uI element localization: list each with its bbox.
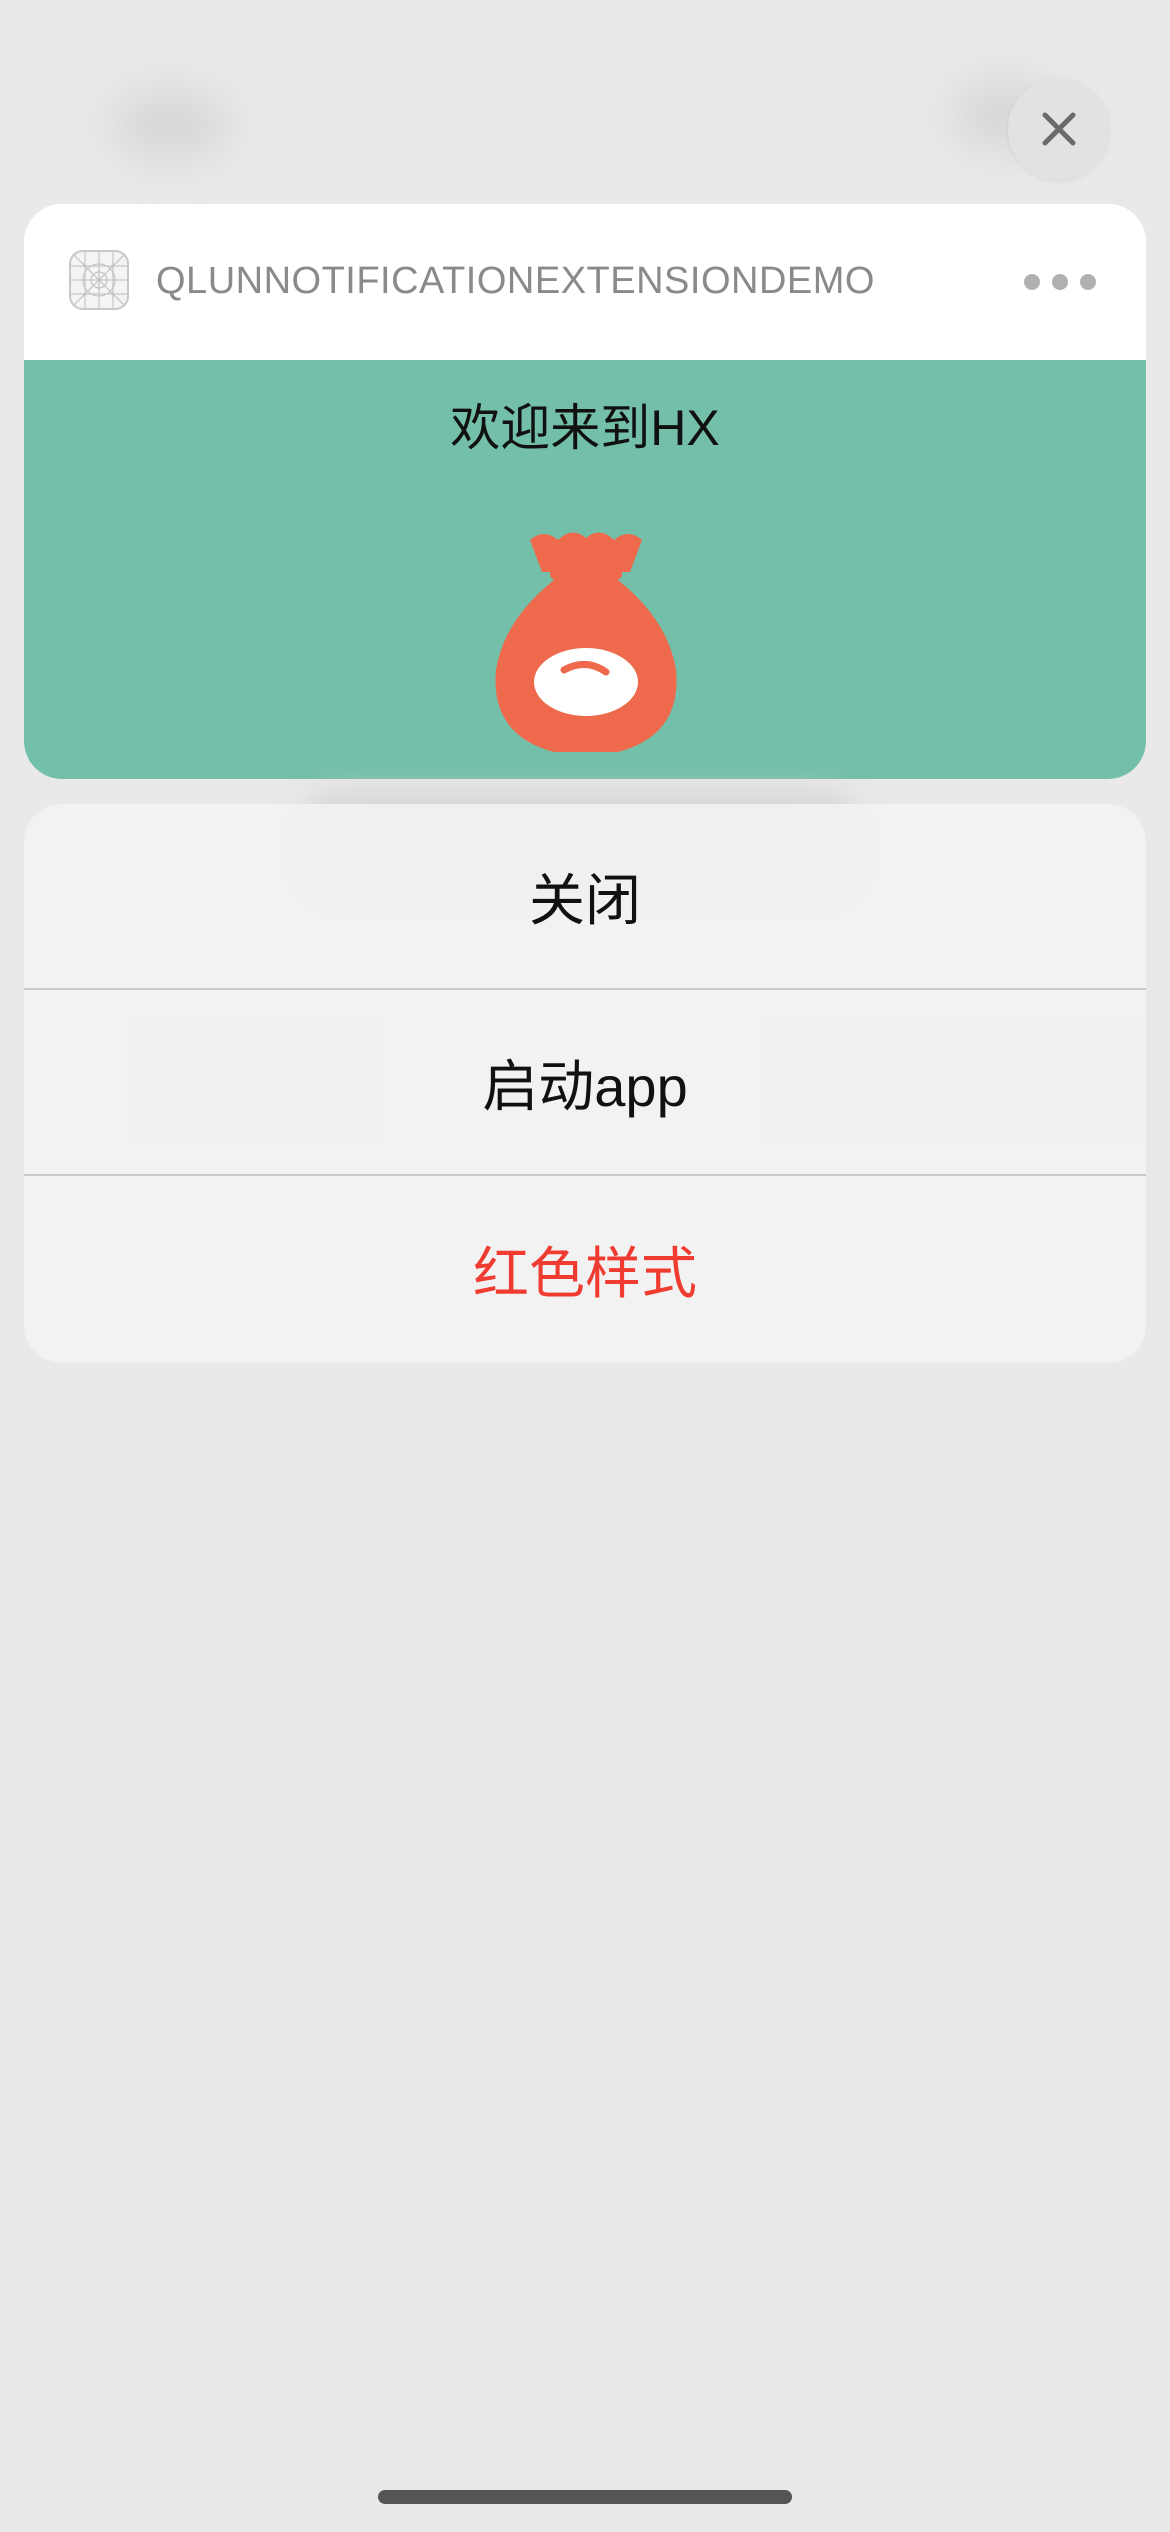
- red-style-action-button[interactable]: 红色样式: [24, 1176, 1146, 1362]
- notification-content: 欢迎来到HX: [24, 360, 1146, 779]
- money-bag-icon: [495, 532, 677, 752]
- close-icon: [1042, 112, 1076, 146]
- close-action-button[interactable]: 关闭: [24, 804, 1146, 990]
- close-button[interactable]: [1008, 78, 1110, 180]
- more-dots-icon[interactable]: [1024, 270, 1096, 294]
- notification-card[interactable]: QLUNNOTIFICATIONEXTENSIONDEMO 欢迎来到HX: [24, 204, 1146, 779]
- action-list: 关闭 启动app 红色样式: [24, 804, 1146, 1363]
- launch-app-action-button[interactable]: 启动app: [24, 990, 1146, 1176]
- notification-header: QLUNNOTIFICATIONEXTENSIONDEMO: [24, 204, 1146, 360]
- background-blur-left: [110, 90, 230, 160]
- app-placeholder-icon: [69, 250, 129, 310]
- welcome-text: 欢迎来到HX: [450, 400, 720, 456]
- app-name: QLUNNOTIFICATIONEXTENSIONDEMO: [156, 260, 875, 302]
- home-indicator[interactable]: [378, 2490, 792, 2504]
